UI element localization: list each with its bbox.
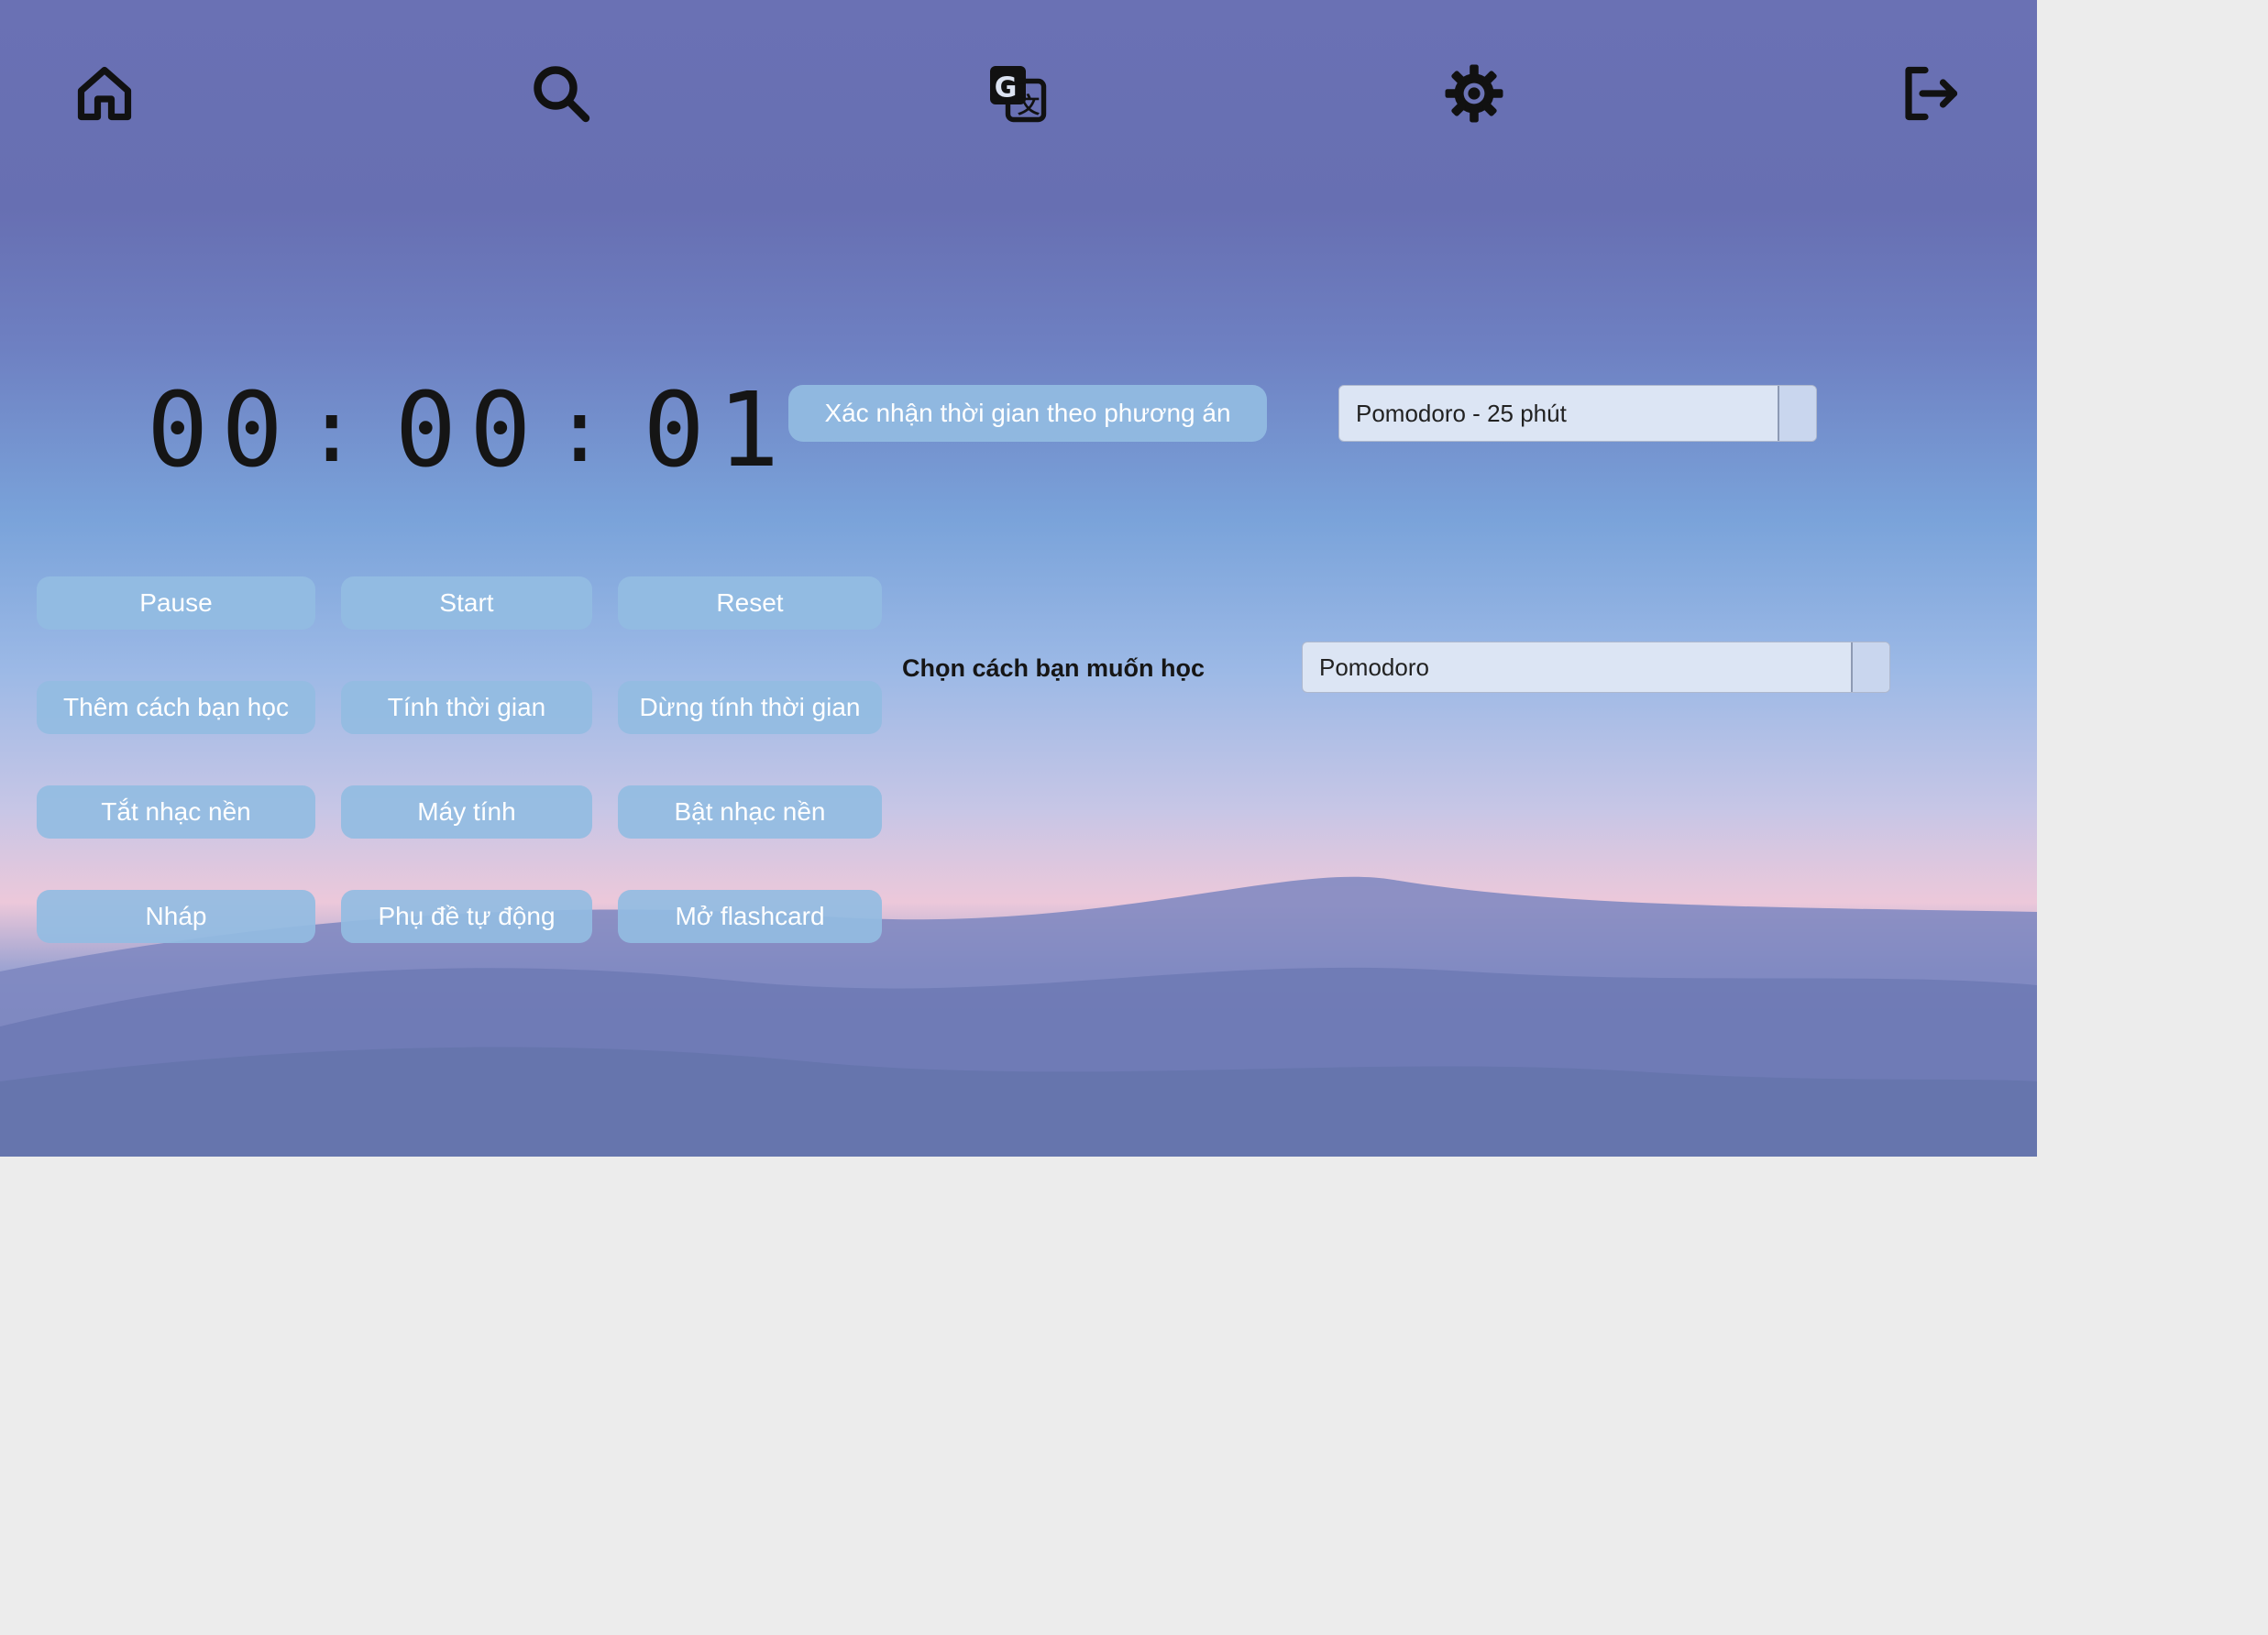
study-method-label: Chọn cách bạn muốn học [902, 654, 1206, 682]
calculator-button[interactable]: Máy tính [341, 785, 592, 839]
add-method-button[interactable]: Thêm cách bạn học [37, 681, 315, 734]
duration-select-value: Pomodoro - 25 phút [1356, 399, 1567, 427]
timer-display: 00 : 00 : 01 [147, 371, 792, 490]
gear-icon[interactable] [1437, 57, 1511, 130]
timer-minutes: 00 [394, 371, 545, 490]
confirm-time-button[interactable]: Xác nhận thời gian theo phương án [788, 385, 1267, 442]
stopwatch-button[interactable]: Tính thời gian [341, 681, 592, 734]
timer-seconds: 01 [643, 371, 793, 490]
home-icon[interactable] [68, 57, 141, 130]
timer-separator: : [304, 379, 358, 482]
reset-button[interactable]: Reset [618, 576, 882, 630]
study-method-toggle[interactable] [1851, 642, 1889, 692]
timer-separator: : [553, 379, 607, 482]
duration-select-toggle[interactable] [1778, 386, 1816, 441]
music-on-button[interactable]: Bật nhạc nền [618, 785, 882, 839]
start-button[interactable]: Start [341, 576, 592, 630]
draft-button[interactable]: Nháp [37, 890, 315, 943]
stop-stopwatch-button[interactable]: Dừng tính thời gian [618, 681, 882, 734]
duration-select[interactable]: Pomodoro - 25 phút [1338, 385, 1817, 442]
search-icon[interactable] [524, 57, 598, 130]
open-flashcard-button[interactable]: Mở flashcard [618, 890, 882, 943]
study-method-value: Pomodoro [1319, 653, 1429, 681]
auto-subtitles-button[interactable]: Phụ đề tự động [341, 890, 592, 943]
svg-text:文: 文 [1018, 93, 1040, 118]
timer-hours: 00 [147, 371, 296, 490]
study-method-select[interactable]: Pomodoro [1302, 642, 1890, 693]
translate-icon[interactable]: G 文 [981, 57, 1054, 130]
music-off-button[interactable]: Tắt nhạc nền [37, 785, 315, 839]
svg-text:G: G [995, 72, 1018, 104]
pause-button[interactable]: Pause [37, 576, 315, 630]
app-window: G 文 00: 00: 01 Xác nhận thời gian theo… [0, 0, 2037, 1157]
logout-icon[interactable] [1894, 57, 1967, 130]
